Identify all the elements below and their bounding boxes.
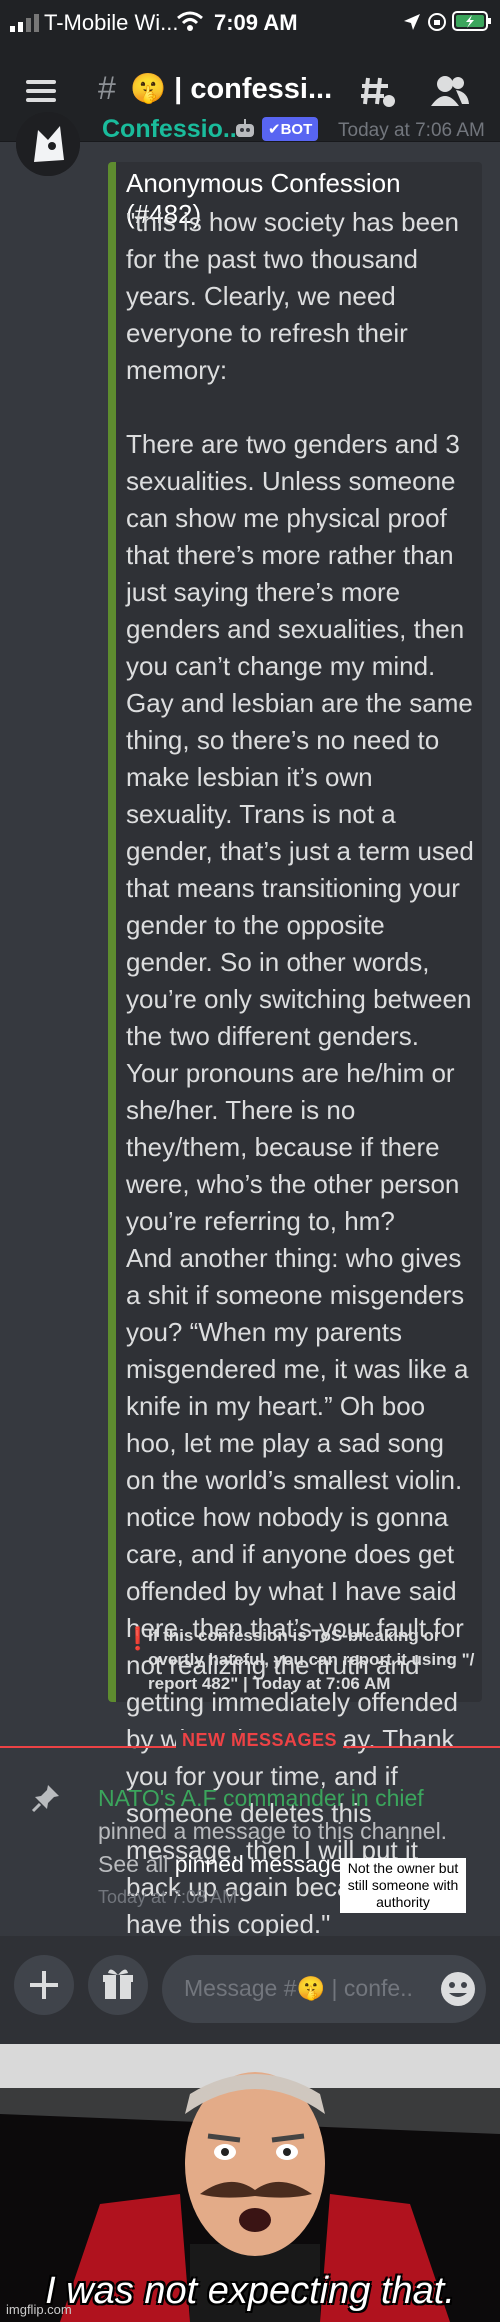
add-button[interactable] (14, 1955, 74, 2015)
hamburger-menu-icon[interactable] (26, 78, 58, 109)
location-icon (402, 12, 422, 38)
orientation-lock-icon (426, 12, 448, 38)
message-placeholder: Message #🤫 | confe.. (184, 1975, 413, 2001)
meme-image: I was not expecting that. imgflip.com (0, 2044, 500, 2322)
pin-icon (30, 1782, 62, 1819)
threads-icon[interactable] (360, 74, 396, 115)
wifi-icon (176, 10, 204, 38)
confession-embed: Anonymous Confession (#482) "this is how… (108, 162, 482, 1939)
meme-caption: I was not expecting that. (45, 2270, 455, 2312)
members-icon[interactable] (430, 74, 470, 113)
carrier-label: T-Mobile Wi... (44, 10, 179, 35)
hash-icon: # (98, 70, 116, 106)
pin-text: pinned a message to this channel. (98, 1818, 448, 1844)
see-all-text: See all (98, 1851, 169, 1877)
author-name[interactable]: Confessio... (102, 115, 244, 144)
message-timestamp: Today at 7:06 AM (338, 120, 485, 141)
status-bar: T-Mobile Wi... 7:09 AM (0, 0, 500, 46)
pinner-name[interactable]: NATO's A.F commander in chief (98, 1782, 488, 1815)
embed-footer: If this confession is ToS-breaking or ov… (148, 1626, 475, 1693)
imgflip-watermark: imgflip.com (6, 2302, 72, 2317)
channel-title[interactable]: 🤫 | confessi... (130, 72, 332, 106)
message-input[interactable]: Message #🤫 | confe.. (162, 1955, 486, 2023)
robot-icon (234, 119, 256, 144)
battery-icon (452, 10, 492, 38)
bot-avatar[interactable] (16, 112, 80, 176)
new-messages-label: NEW MESSAGES (176, 1730, 344, 1751)
emoji-icon[interactable] (438, 1969, 478, 2014)
bot-badge: ✔BOT (262, 117, 319, 141)
annotation-note: Not the owner but still someone with aut… (340, 1858, 466, 1913)
gift-button[interactable] (88, 1955, 148, 2015)
pinned-messages-link[interactable]: pinned messages (175, 1851, 355, 1877)
clock: 7:09 AM (214, 10, 298, 35)
signal-icon (10, 12, 42, 38)
